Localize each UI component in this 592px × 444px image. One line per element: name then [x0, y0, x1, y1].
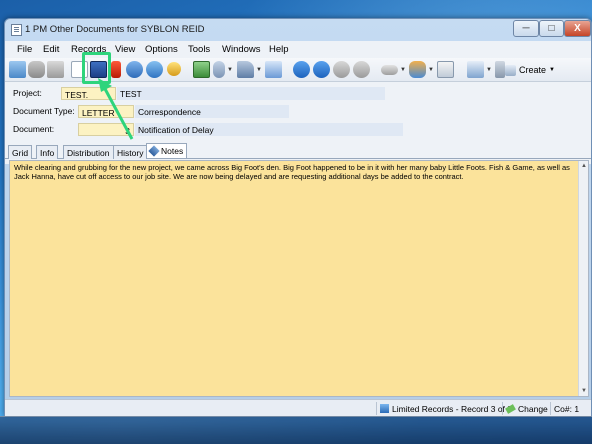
window-title: 1 PM Other Documents for SYBLON REID	[25, 24, 205, 35]
title-bar[interactable]: 1 PM Other Documents for SYBLON REID ─ □…	[5, 19, 591, 41]
menu-view[interactable]: View	[115, 44, 135, 55]
edit-icon[interactable]	[9, 61, 26, 78]
last-icon[interactable]	[353, 61, 370, 78]
save-button-highlight	[82, 52, 111, 84]
status-records-text: Limited Records - Record 3 of 3	[392, 403, 512, 414]
document-type-name-field: Correspondence	[135, 105, 289, 118]
document-label: Document:	[13, 124, 55, 134]
tab-strip: Grid Info Distribution History Notes	[5, 143, 591, 159]
tools-icon[interactable]	[495, 61, 505, 78]
stamp-dropdown-icon[interactable]: ▼	[256, 67, 262, 73]
pencil-icon	[505, 403, 516, 414]
tab-notes-label: Notes	[161, 146, 184, 156]
binoculars-icon[interactable]	[28, 61, 45, 78]
menu-file[interactable]: File	[17, 44, 32, 55]
document-type-code-field[interactable]: LETTER	[78, 105, 134, 118]
spellcheck-icon[interactable]	[265, 61, 282, 78]
menu-edit[interactable]: Edit	[43, 44, 59, 55]
create-label: Create	[519, 65, 547, 75]
menu-options[interactable]: Options	[145, 44, 178, 55]
document-type-label: Document Type:	[13, 106, 75, 116]
minimize-button[interactable]: ─	[513, 20, 539, 37]
notes-text: While clearing and grubbing for the new …	[14, 163, 570, 181]
status-change: Change	[502, 402, 551, 415]
maximize-button[interactable]: □	[539, 20, 564, 37]
project-code-field[interactable]: TEST.	[61, 87, 116, 100]
attach-dropdown-icon[interactable]: ▼	[227, 67, 233, 73]
first-icon[interactable]	[293, 61, 310, 78]
create-button[interactable]: Create ▼	[505, 62, 573, 78]
menu-tools[interactable]: Tools	[188, 44, 210, 55]
create-icon	[505, 64, 516, 76]
tab-distribution[interactable]: Distribution	[63, 145, 114, 159]
people-icon[interactable]	[409, 61, 426, 78]
vertical-scrollbar[interactable]: ▲ ▼	[578, 161, 588, 396]
search-icon[interactable]	[167, 62, 181, 76]
people-dropdown-icon[interactable]: ▼	[428, 67, 434, 73]
close-button[interactable]: X	[564, 20, 591, 37]
undo-icon[interactable]	[126, 61, 143, 78]
previous-icon[interactable]	[313, 61, 330, 78]
scroll-up-icon[interactable]: ▲	[581, 163, 587, 169]
next-icon[interactable]	[333, 61, 350, 78]
status-bar: Limited Records - Record 3 of 3 Change C…	[5, 399, 591, 416]
pen-icon[interactable]	[467, 61, 484, 78]
menu-windows[interactable]: Windows	[222, 44, 261, 55]
delete-icon[interactable]	[111, 61, 121, 78]
refresh-icon[interactable]	[146, 61, 163, 78]
notes-textarea[interactable]: While clearing and grubbing for the new …	[9, 160, 589, 397]
document-app-icon	[11, 24, 22, 36]
status-co: Co#: 1	[550, 402, 582, 415]
print-icon[interactable]	[47, 61, 64, 78]
stamp-icon[interactable]	[237, 61, 254, 78]
link-dropdown-icon[interactable]: ▼	[400, 67, 406, 73]
pin-icon	[148, 145, 160, 157]
status-records: Limited Records - Record 3 of 3	[376, 402, 515, 415]
link-icon[interactable]	[381, 65, 398, 75]
document-number-field[interactable]: 3	[78, 123, 134, 136]
filter-icon	[380, 404, 389, 413]
form-icon[interactable]	[437, 61, 454, 78]
tab-history[interactable]: History	[113, 145, 148, 159]
taskbar	[0, 416, 592, 444]
attach-icon[interactable]	[213, 61, 225, 78]
document-name-field: Notification of Delay	[135, 123, 403, 136]
tab-info[interactable]: Info	[36, 145, 59, 159]
project-label: Project:	[13, 88, 42, 98]
project-name-field: TEST	[117, 87, 385, 100]
calculator-icon[interactable]	[193, 61, 210, 78]
tab-notes[interactable]: Notes	[146, 143, 188, 158]
menu-help[interactable]: Help	[269, 44, 289, 55]
create-dropdown-icon: ▼	[549, 67, 555, 73]
scroll-down-icon[interactable]: ▼	[581, 388, 587, 394]
pen-dropdown-icon[interactable]: ▼	[486, 67, 492, 73]
status-change-text: Change	[518, 403, 548, 414]
tab-grid[interactable]: Grid	[8, 145, 33, 159]
